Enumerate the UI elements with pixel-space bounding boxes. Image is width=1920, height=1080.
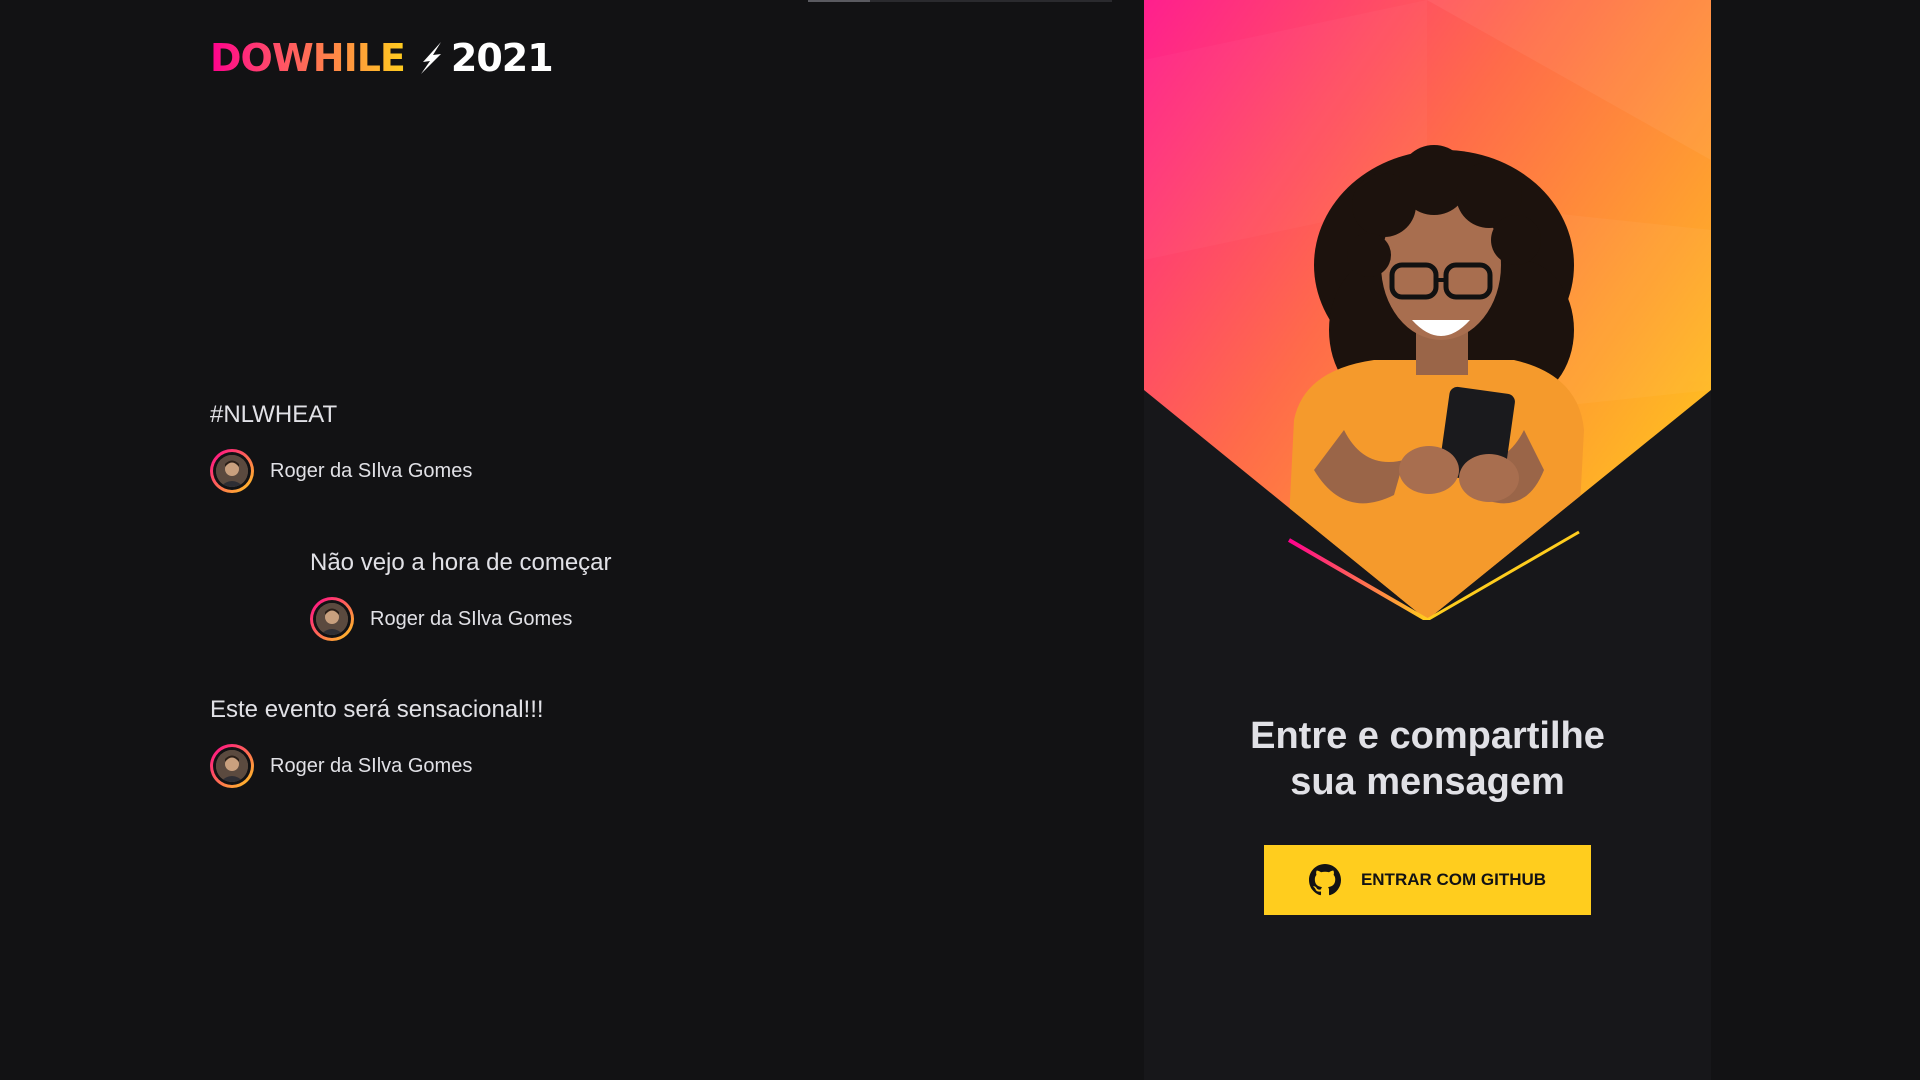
- avatar: [210, 449, 254, 493]
- page: DO WHILE 2021 #NLWHEAT Roger da SIlva Go…: [0, 0, 1920, 1080]
- avatar-photo: [216, 750, 248, 782]
- login-title-line2: sua mensagem: [1290, 761, 1565, 803]
- logo-while-text: WHILE: [271, 36, 406, 80]
- logo-year-text: 2021: [450, 36, 554, 80]
- user-name: Roger da SIlva Gomes: [270, 459, 473, 482]
- avatar: [310, 597, 354, 641]
- message-item: Este evento será sensacional!!! Roger da…: [210, 695, 544, 788]
- message-text: Este evento será sensacional!!!: [210, 696, 544, 723]
- lightning-icon: [420, 42, 441, 74]
- avatar-photo: [316, 603, 348, 635]
- login-panel: Entre e compartilhe sua mensagem ENTRAR …: [1144, 0, 1711, 1080]
- avatar-photo: [216, 455, 248, 487]
- logo-do-text: DO: [210, 36, 273, 80]
- message-item: #NLWHEAT Roger da SIlva Gomes: [210, 400, 472, 493]
- github-login-button[interactable]: ENTRAR COM GITHUB: [1264, 845, 1591, 915]
- dowhile-logo: DO WHILE 2021: [210, 36, 554, 80]
- github-icon: [1308, 864, 1341, 896]
- top-progress-line: [808, 0, 1112, 2]
- user-name: Roger da SIlva Gomes: [370, 607, 573, 630]
- github-button-label: ENTRAR COM GITHUB: [1360, 870, 1547, 889]
- message-user: Roger da SIlva Gomes: [210, 449, 472, 493]
- message-text: #NLWHEAT: [210, 401, 338, 428]
- message-item: Não vejo a hora de começar Roger da SIlv…: [310, 548, 612, 641]
- login-title-line1: Entre e compartilhe: [1250, 715, 1605, 757]
- login-title: Entre e compartilhe sua mensagem: [1144, 713, 1711, 805]
- message-user: Roger da SIlva Gomes: [210, 744, 544, 788]
- message-user: Roger da SIlva Gomes: [310, 597, 612, 641]
- message-text: Não vejo a hora de começar: [310, 549, 612, 576]
- avatar: [210, 744, 254, 788]
- banner-illustration: [1144, 0, 1711, 620]
- user-name: Roger da SIlva Gomes: [270, 754, 473, 777]
